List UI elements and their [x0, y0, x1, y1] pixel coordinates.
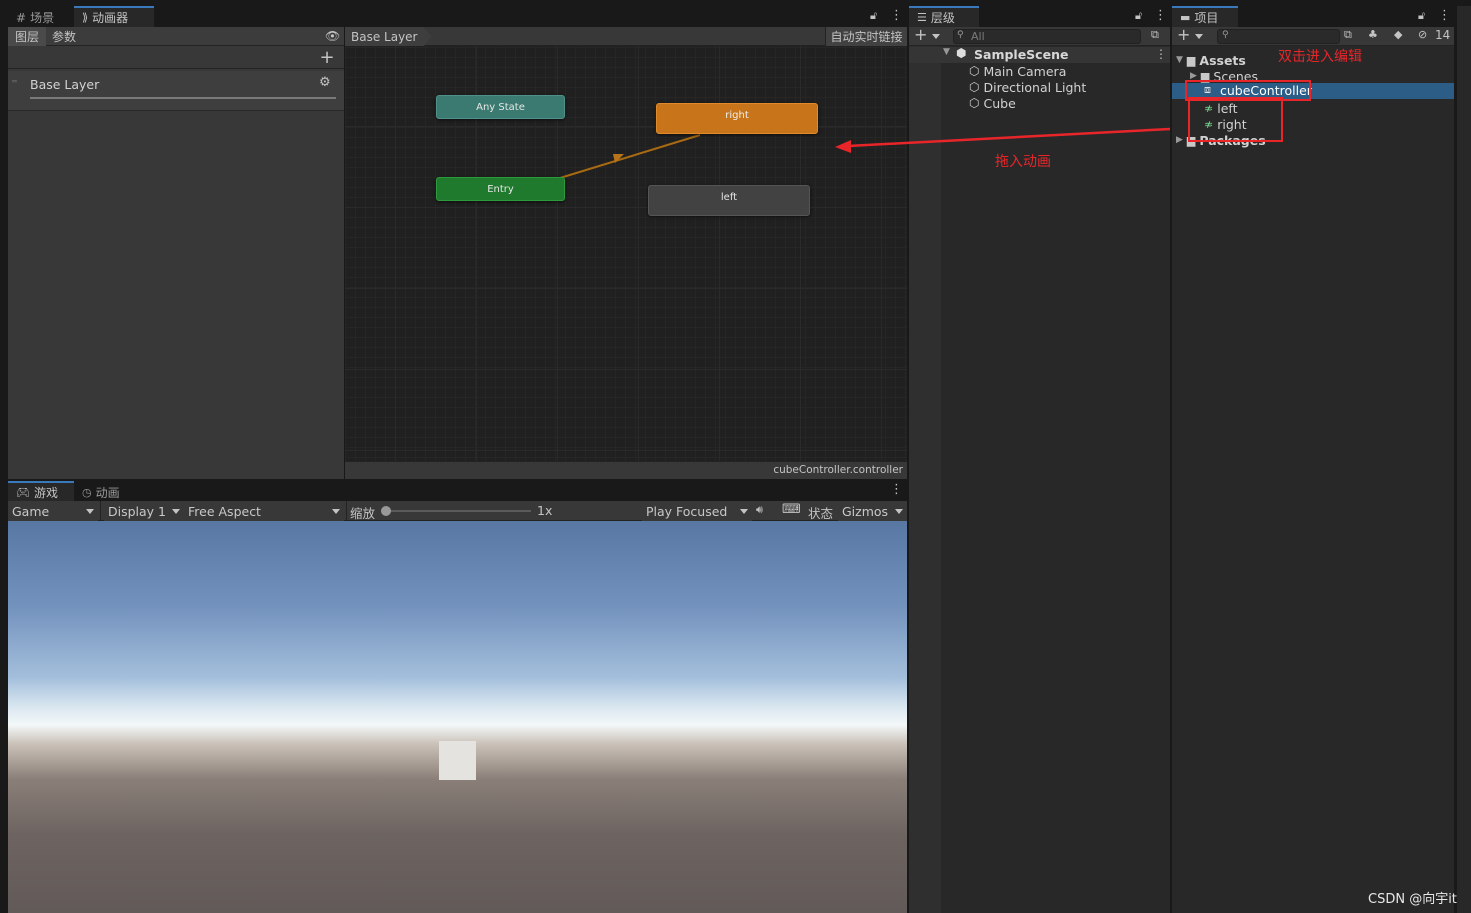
annotation-arrow-head [835, 140, 851, 153]
annotation-arrow-line [847, 127, 1171, 148]
annotation-arrow [835, 127, 1171, 153]
watermark: CSDN @向宇it [1368, 892, 1457, 907]
